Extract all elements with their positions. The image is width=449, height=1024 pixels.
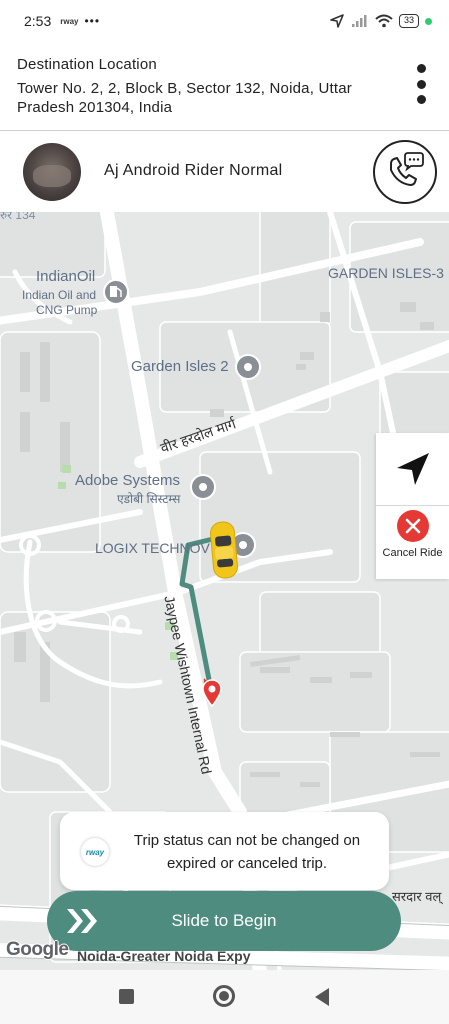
- app-indicator-icon: rway: [60, 16, 79, 26]
- map-label-indianoil: IndianOil: [36, 268, 96, 285]
- cancel-ride-button[interactable]: Cancel Ride: [376, 506, 449, 579]
- garden-isles-2-poi-icon: [235, 354, 261, 380]
- map-label-indianoil-sub1: Indian Oil and: [22, 288, 97, 302]
- map-side-panel: Cancel Ride: [376, 433, 449, 579]
- map-label-logix: LOGIX TECHNOV: [95, 540, 210, 556]
- rway-logo: rway: [81, 838, 109, 866]
- system-nav-bar: [0, 970, 449, 1024]
- destination-address: Tower No. 2, 2, Block B, Sector 132, Noi…: [17, 80, 352, 116]
- slide-to-begin-slider[interactable]: Slide to Begin: [47, 891, 401, 951]
- map-label-garden-isles-2: Garden Isles 2: [131, 358, 229, 375]
- toast-message: Trip status can not be changed on expire…: [133, 832, 361, 872]
- home-icon[interactable]: [213, 985, 235, 1007]
- call-rider-button[interactable]: [373, 140, 437, 204]
- fuel-poi-icon: [103, 279, 129, 305]
- navigate-button[interactable]: [376, 433, 449, 506]
- wifi-icon: [375, 14, 393, 28]
- cancel-ride-label: Cancel Ride: [382, 547, 443, 559]
- cancel-x-icon: [396, 510, 429, 542]
- privacy-indicator: [425, 17, 432, 25]
- google-attribution: Google: [6, 939, 69, 960]
- rider-avatar: [23, 143, 81, 201]
- adobe-poi-icon: [190, 474, 216, 500]
- back-icon[interactable]: [313, 987, 331, 1007]
- signal-icon: [351, 15, 367, 27]
- map-label-adobe: Adobe Systems: [75, 472, 181, 489]
- navigation-arrow-icon: [396, 453, 429, 485]
- rider-name: Aj Android Rider Normal: [104, 162, 283, 179]
- destination-label: Destination Location: [17, 56, 157, 73]
- more-notifications-icon: •••: [84, 14, 101, 28]
- double-chevron-right-icon[interactable]: [63, 905, 103, 937]
- map-label-indianoil-sub2: CNG Pump: [36, 303, 98, 317]
- vehicle-car-icon: [210, 521, 238, 579]
- phone-chat-icon: [390, 152, 424, 186]
- status-icons: 33: [329, 13, 432, 29]
- rider-info: Aj Android Rider Normal: [0, 132, 449, 212]
- kebab-menu-icon[interactable]: [415, 64, 427, 104]
- location-arrow-icon: [330, 14, 344, 28]
- status-bar: 2:53 rway ••• 33: [0, 0, 449, 42]
- status-time: 2:53: [24, 13, 52, 29]
- destination-header: Destination Location Tower No. 2, 2, Blo…: [0, 42, 449, 131]
- battery-icon: 33: [398, 14, 419, 28]
- trip-status-toast: rway Trip status can not be changed on e…: [60, 812, 389, 890]
- recents-icon[interactable]: [119, 989, 134, 1004]
- map-label-sector: रुर 134: [0, 212, 36, 222]
- map-label-adobe-hindi: एडोबी सिस्टम्स: [117, 492, 181, 506]
- map-label-garden-isles-3: GARDEN ISLES-3: [328, 265, 444, 281]
